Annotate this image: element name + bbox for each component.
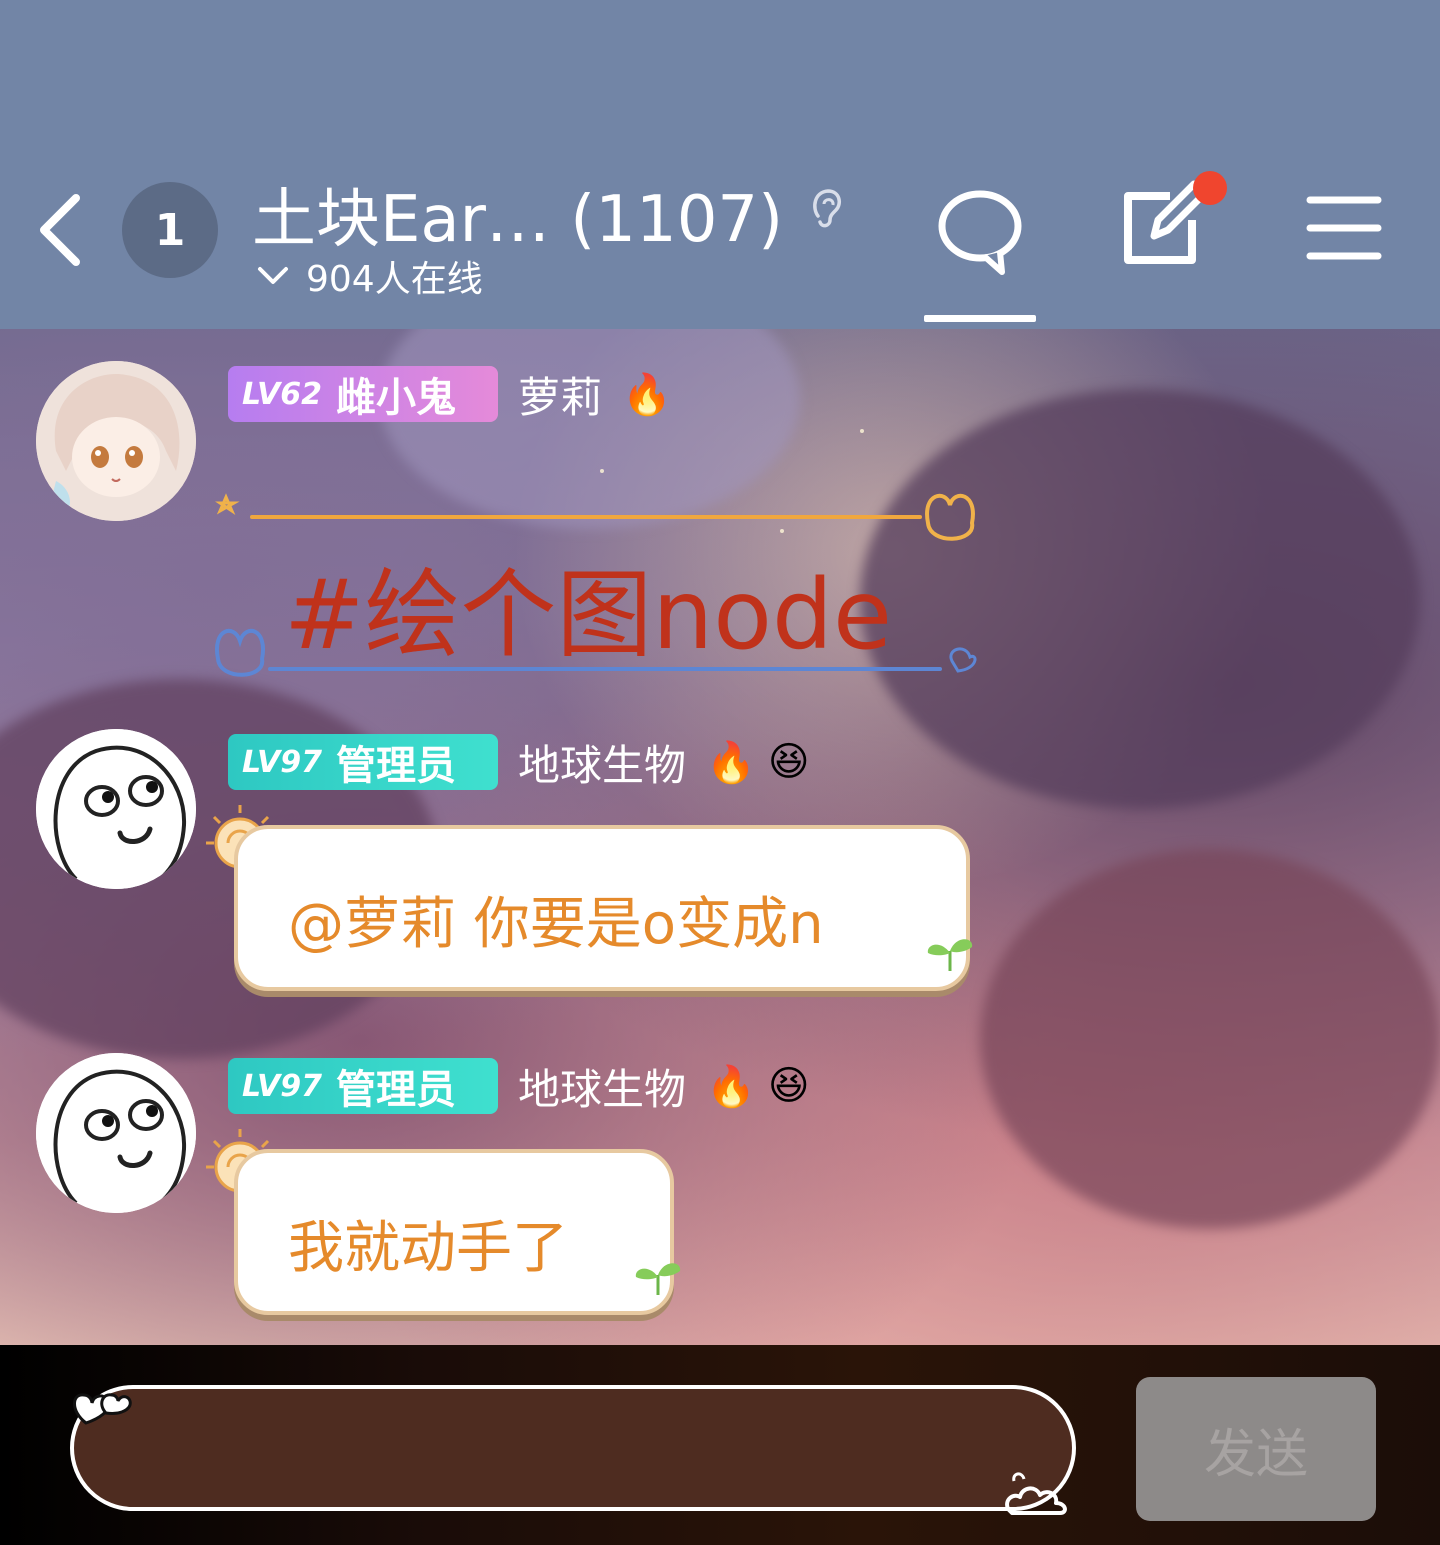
message-text: 我就动手了 <box>288 1216 568 1281</box>
anime-girl-avatar-icon <box>36 361 196 521</box>
online-count: 904人在线 <box>306 259 483 300</box>
hearts-decoration-icon <box>73 1393 132 1425</box>
message-meta: LV97 管理员 地球生物 🔥 😆 <box>228 733 810 791</box>
online-count-row[interactable]: 904人在线 <box>256 250 483 302</box>
chat-bubble-icon <box>938 190 1022 275</box>
username[interactable]: 地球生物 <box>518 732 686 793</box>
level-label: LV97 <box>242 1068 322 1104</box>
chat-header: 1 土块Ear… (1107) 904人在线 <box>0 0 1440 329</box>
back-button[interactable] <box>30 190 90 270</box>
laughing-flower-icon: 😆 <box>767 739 810 785</box>
sprout-icon <box>635 1263 681 1295</box>
campfire-icon: 🔥 <box>706 1063 756 1110</box>
level-label: LV62 <box>242 376 322 412</box>
laughing-flower-icon: 😆 <box>767 1063 810 1109</box>
meme-face-avatar-icon <box>36 1053 196 1213</box>
username[interactable]: 地球生物 <box>518 1056 686 1117</box>
tab-chat[interactable] <box>924 180 1036 322</box>
message-text: @萝莉 你要是o变成n <box>288 892 824 957</box>
notification-dot <box>1193 171 1227 205</box>
message-input[interactable] <box>70 1385 1076 1511</box>
group-title[interactable]: 土块Ear… (1107) <box>252 168 783 260</box>
avatar[interactable] <box>36 1053 196 1213</box>
member-title: 管理员 <box>335 1067 456 1113</box>
message-bubble[interactable]: @萝莉 你要是o变成n <box>234 825 970 991</box>
level-badge: LV62 雌小鬼 <box>228 366 498 422</box>
cloud-decoration-icon <box>1005 1472 1067 1515</box>
username[interactable]: 萝莉 <box>518 364 602 425</box>
message-text: #绘个图node <box>284 559 893 671</box>
edit-icon <box>1124 171 1227 264</box>
compose-post-button[interactable] <box>1118 170 1234 274</box>
sprout-icon <box>927 939 973 971</box>
fire-icon: 🔥 <box>622 371 672 418</box>
message-composer: 发送 <box>0 1345 1440 1545</box>
avatar[interactable] <box>36 729 196 889</box>
unread-count-badge[interactable]: 1 <box>122 182 218 278</box>
campfire-icon: 🔥 <box>706 739 756 786</box>
message-meta: LV97 管理员 地球生物 🔥 😆 <box>228 1057 810 1115</box>
level-badge: LV97 管理员 <box>228 1058 498 1114</box>
chevron-left-icon <box>40 194 80 266</box>
level-badge: LV97 管理员 <box>228 734 498 790</box>
message-bubble[interactable]: 我就动手了 <box>234 1149 674 1315</box>
member-title: 管理员 <box>335 743 456 789</box>
chat-message-list[interactable]: LV62 雌小鬼 萝莉 🔥 #绘个图node LV97 管理员 地球生物 🔥 😆… <box>0 329 1440 1345</box>
active-tab-indicator <box>924 315 1036 322</box>
avatar[interactable] <box>36 361 196 521</box>
menu-button[interactable] <box>1304 190 1384 266</box>
ear-icon[interactable] <box>808 186 844 230</box>
send-button[interactable]: 发送 <box>1136 1377 1376 1521</box>
meme-face-avatar-icon <box>36 729 196 889</box>
message-meta: LV62 雌小鬼 萝莉 🔥 <box>228 365 672 423</box>
background-cloud <box>980 849 1440 1229</box>
level-label: LV97 <box>242 744 322 780</box>
hamburger-icon <box>1306 196 1382 260</box>
chevron-down-icon <box>258 267 288 284</box>
member-title: 雌小鬼 <box>335 375 456 421</box>
